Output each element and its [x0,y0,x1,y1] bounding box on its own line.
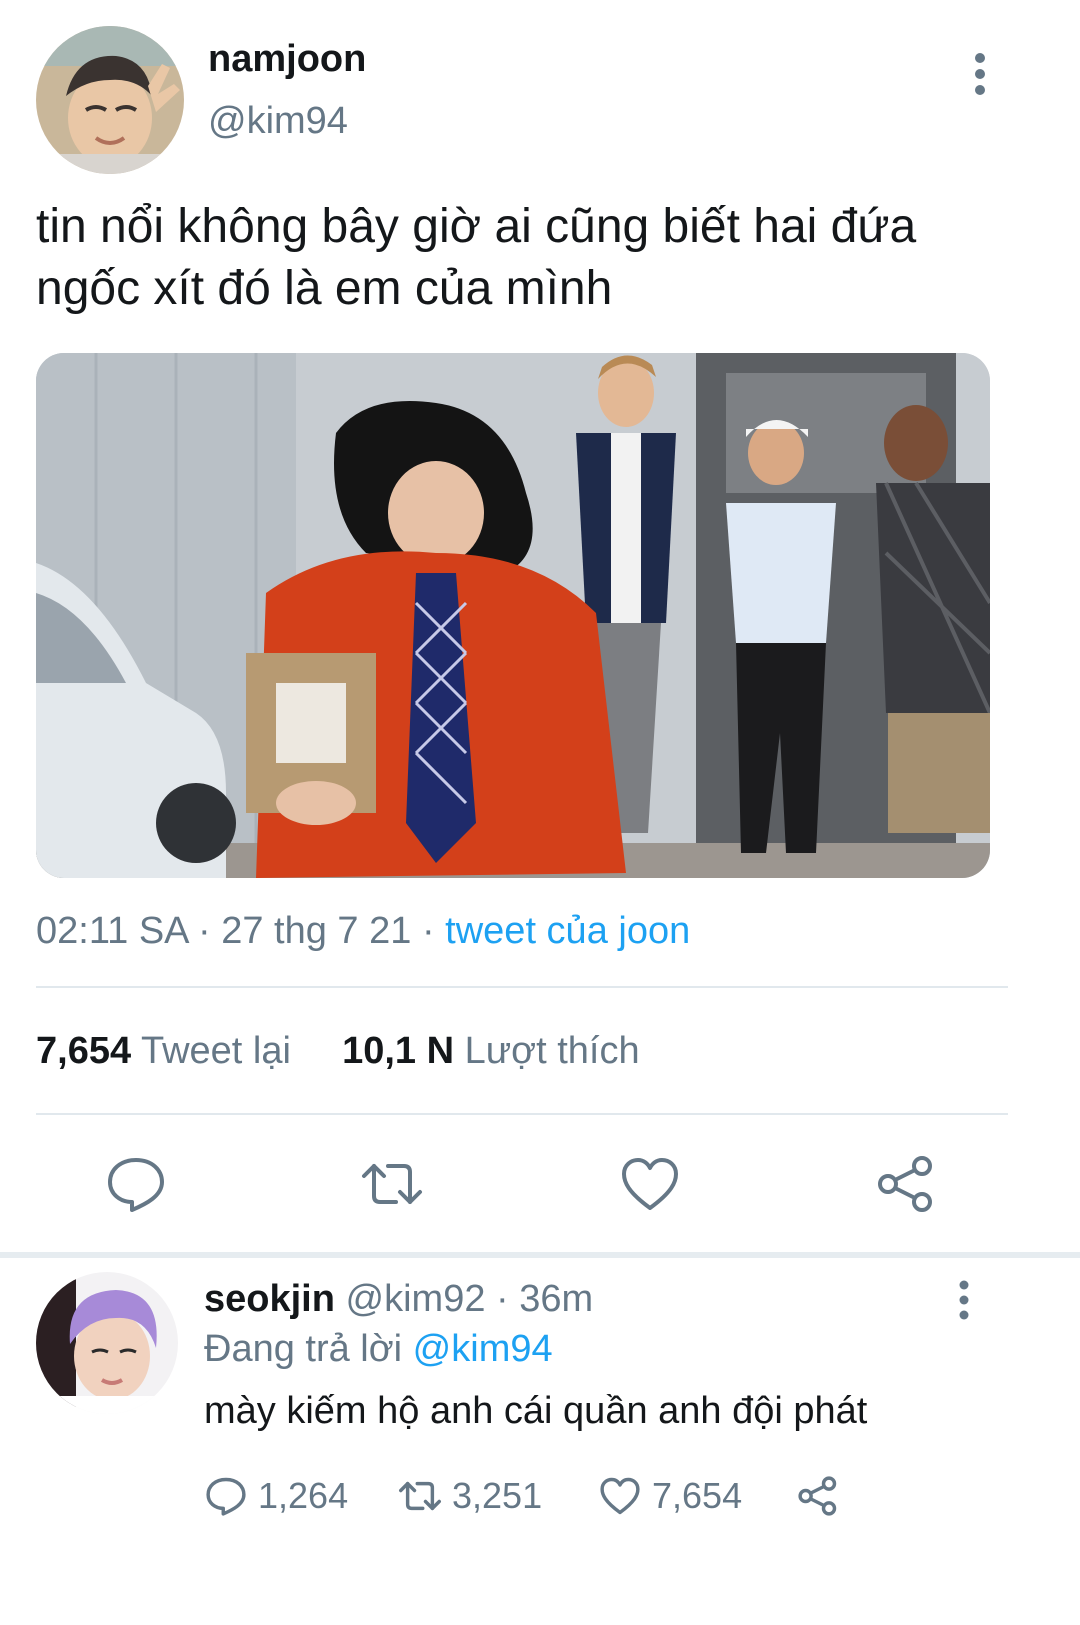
display-name[interactable]: namjoon [208,38,366,81]
reply-retweet-button[interactable]: 3,251 [398,1474,542,1518]
divider [36,1113,1008,1115]
like-stat[interactable]: 10,1 N Lượt thích [342,1030,640,1072]
retweet-label: Tweet lại [140,1030,291,1072]
heart-icon [600,1477,640,1515]
photo-media [36,353,990,878]
reply-text: mày kiếm hộ anh cái quần anh đội phát [204,1390,868,1432]
comment-icon[interactable] [104,1152,168,1216]
user-handle[interactable]: @kim94 [208,100,348,143]
replying-to: Đang trả lời @kim94 [204,1328,553,1371]
tweet-source-link[interactable]: tweet của joon [445,910,690,952]
reply-like-button[interactable]: 7,654 [598,1474,742,1518]
share-icon [798,1476,837,1516]
share-icon[interactable] [874,1152,938,1216]
replying-prefix: Đang trả lời [204,1328,403,1370]
reply-like-count: 7,654 [652,1475,743,1516]
retweet-stat[interactable]: 7,654 Tweet lại [36,1030,291,1072]
reply-user-avatar-photo [36,1272,178,1414]
reply-handle[interactable]: @kim92 [346,1278,486,1320]
retweet-count: 7,654 [36,1030,132,1072]
reply-more-options-icon[interactable] [952,1280,976,1320]
tweet-meta: 02:11 SA · 27 thg 7 21 · tweet của joon [36,910,691,952]
reply-time: 36m [519,1278,594,1320]
reply-avatar[interactable] [36,1272,178,1414]
tweet-stats: 7,654 Tweet lại 10,1 N Lượt thích [36,1030,640,1073]
retweet-icon [399,1481,441,1511]
avatar[interactable] [36,26,184,174]
divider [36,986,1008,988]
replying-to-handle[interactable]: @kim94 [413,1328,553,1370]
more-options-icon[interactable] [968,52,992,96]
reply-header: seokjin @kim92 · 36m [204,1278,594,1320]
reply-share-button[interactable] [796,1474,840,1518]
reply-retweet-count: 3,251 [452,1475,543,1516]
tweet-photo[interactable] [36,353,990,878]
retweet-icon[interactable] [360,1152,424,1216]
tweet-text-line-1: tin nổi không bây giờ ai cũng biết hai đ… [36,200,917,253]
reply-comment-button[interactable]: 1,264 [204,1474,348,1518]
comment-icon [206,1477,246,1516]
tweet-text: tin nổi không bây giờ ai cũng biết hai đ… [36,196,1036,320]
like-label: Lượt thích [464,1030,640,1072]
like-count: 10,1 N [342,1030,455,1072]
section-separator [0,1252,1080,1258]
tweet-date: 27 thg 7 21 [221,910,412,952]
user-avatar-photo [36,26,184,174]
tweet-text-line-2: ngốc xít đó là em của mình [36,262,613,315]
reply-comment-count: 1,264 [258,1475,349,1516]
reply-display-name[interactable]: seokjin [204,1278,335,1320]
tweet-time: 02:11 SA [36,910,188,952]
heart-icon[interactable] [618,1152,682,1216]
